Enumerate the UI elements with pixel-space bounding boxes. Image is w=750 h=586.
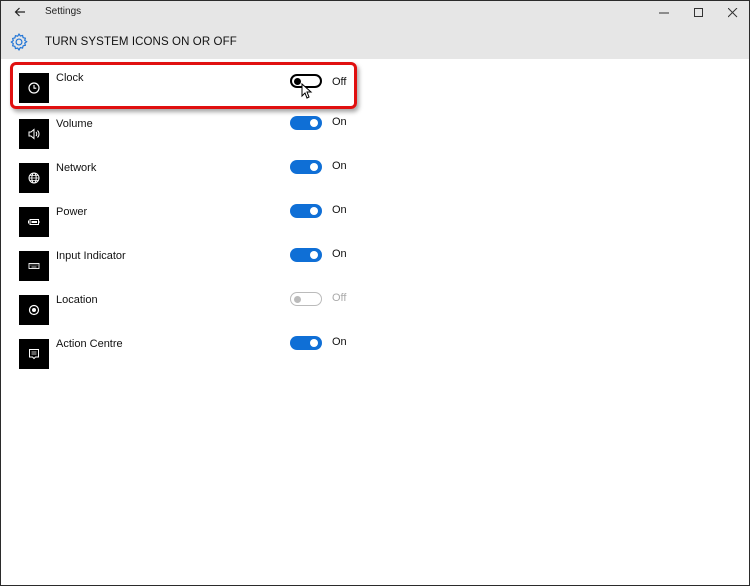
network-tile bbox=[19, 163, 49, 193]
title-bar: Settings bbox=[1, 1, 749, 25]
toggle-state-label: On bbox=[332, 116, 347, 128]
minimize-icon bbox=[659, 12, 669, 14]
toggle-state-label: On bbox=[332, 336, 347, 348]
keyboard-icon bbox=[28, 263, 40, 269]
input-indicator-tile bbox=[19, 251, 49, 281]
toggle-knob bbox=[294, 295, 301, 303]
item-label: Input Indicator bbox=[56, 250, 126, 262]
minimize-button[interactable] bbox=[649, 3, 679, 23]
list-item-location: Location Off bbox=[1, 287, 401, 331]
volume-toggle[interactable] bbox=[290, 116, 322, 130]
location-icon bbox=[28, 304, 40, 316]
list-item-action-centre: Action Centre On bbox=[1, 331, 401, 375]
toggle-knob bbox=[310, 119, 318, 127]
list-item-network: Network On bbox=[1, 155, 401, 199]
list-item-input-indicator: Input Indicator On bbox=[1, 243, 401, 287]
settings-window: Settings TURN SYSTEM ICONS ON OR OFF Clo… bbox=[0, 0, 750, 586]
item-label: Power bbox=[56, 206, 88, 218]
toggle-state-label: On bbox=[332, 204, 347, 216]
close-icon bbox=[728, 8, 738, 18]
volume-icon bbox=[28, 128, 40, 140]
maximize-button[interactable] bbox=[684, 3, 714, 23]
toggle-knob bbox=[310, 163, 318, 171]
list-item-volume: Volume On bbox=[1, 111, 401, 155]
toggle-knob bbox=[310, 339, 318, 347]
item-label: Action Centre bbox=[56, 338, 123, 350]
back-arrow-icon bbox=[14, 7, 25, 17]
network-toggle[interactable] bbox=[290, 160, 322, 174]
toggle-knob bbox=[310, 251, 318, 259]
list-item-power: Power On bbox=[1, 199, 401, 243]
battery-icon bbox=[28, 219, 40, 225]
back-button[interactable] bbox=[11, 4, 29, 22]
input-indicator-toggle[interactable] bbox=[290, 248, 322, 262]
location-toggle[interactable] bbox=[290, 292, 322, 306]
item-label: Location bbox=[56, 294, 98, 306]
item-label: Network bbox=[56, 162, 97, 174]
mouse-cursor-icon bbox=[301, 83, 313, 99]
close-button[interactable] bbox=[718, 3, 748, 23]
window-title: Settings bbox=[45, 6, 82, 17]
page-title: TURN SYSTEM ICONS ON OR OFF bbox=[45, 36, 237, 48]
action-centre-icon bbox=[29, 349, 39, 360]
action-centre-toggle[interactable] bbox=[290, 336, 322, 350]
item-label: Volume bbox=[56, 118, 93, 130]
volume-tile bbox=[19, 119, 49, 149]
action-centre-tile bbox=[19, 339, 49, 369]
toggle-knob bbox=[310, 207, 318, 215]
power-tile bbox=[19, 207, 49, 237]
location-tile bbox=[19, 295, 49, 325]
gear-icon bbox=[10, 33, 28, 52]
toggle-state-label: On bbox=[332, 248, 347, 260]
maximize-icon bbox=[694, 8, 703, 17]
page-header: TURN SYSTEM ICONS ON OR OFF bbox=[1, 25, 749, 59]
network-globe-icon bbox=[28, 172, 40, 184]
toggle-state-label: On bbox=[332, 160, 347, 172]
toggle-state-label: Off bbox=[332, 292, 347, 304]
power-toggle[interactable] bbox=[290, 204, 322, 218]
